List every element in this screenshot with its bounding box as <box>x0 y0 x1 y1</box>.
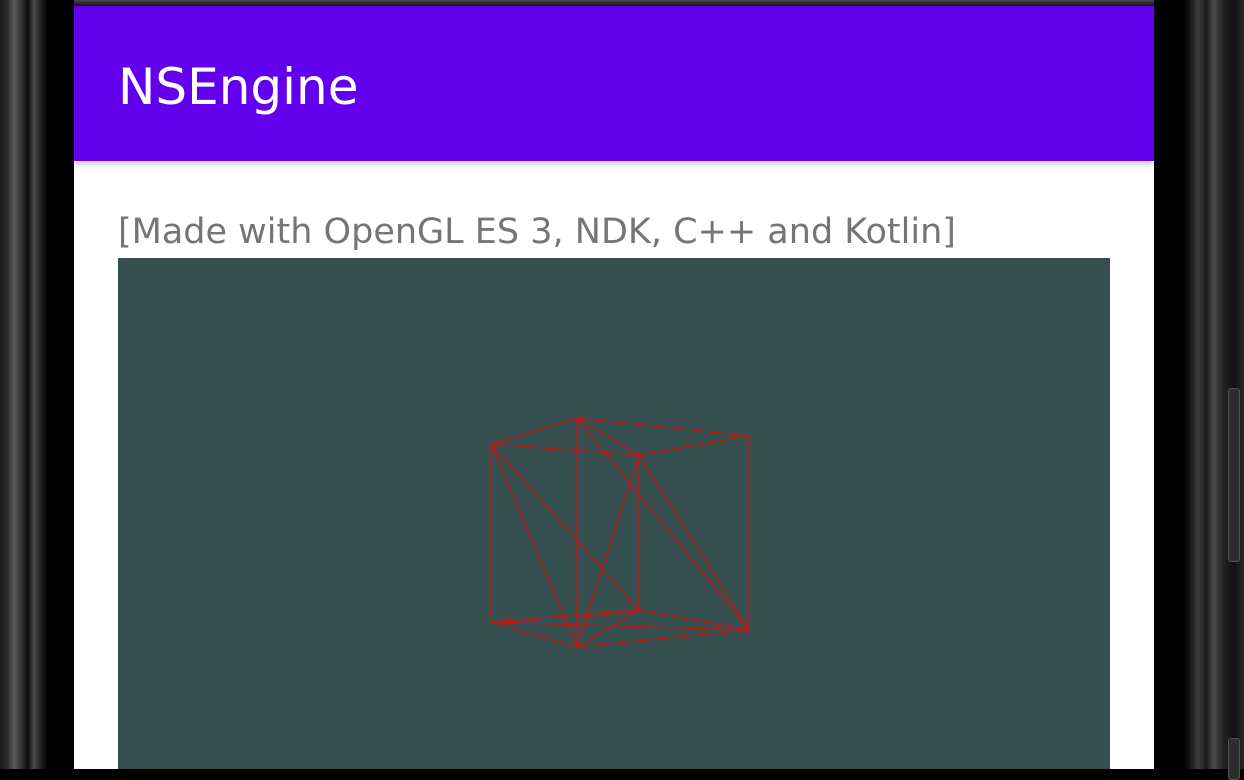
cube-edge <box>490 417 578 445</box>
app-screen: NSEngine [Made with OpenGL ES 3, NDK, C+… <box>74 6 1154 769</box>
app-title: NSEngine <box>118 58 359 116</box>
device-bezel-right <box>1154 0 1244 769</box>
cube-edge <box>576 417 750 631</box>
device-frame: NSEngine [Made with OpenGL ES 3, NDK, C+… <box>0 0 1244 780</box>
cube-edge <box>490 443 578 648</box>
volume-button[interactable] <box>1228 388 1240 562</box>
cube-edge <box>638 435 750 456</box>
cube-edge <box>490 621 578 648</box>
cube-edge <box>576 629 750 648</box>
device-bezel-left <box>0 0 74 769</box>
power-button[interactable] <box>1228 738 1240 780</box>
cube-edge <box>638 454 750 631</box>
description-text: [Made with OpenGL ES 3, NDK, C++ and Kot… <box>118 212 956 252</box>
cube-edge <box>490 443 640 456</box>
app-bar: NSEngine <box>74 6 1154 161</box>
opengl-surface-view[interactable] <box>118 258 1110 769</box>
wireframe-cube-render <box>490 417 750 648</box>
cube-edge <box>490 443 640 611</box>
